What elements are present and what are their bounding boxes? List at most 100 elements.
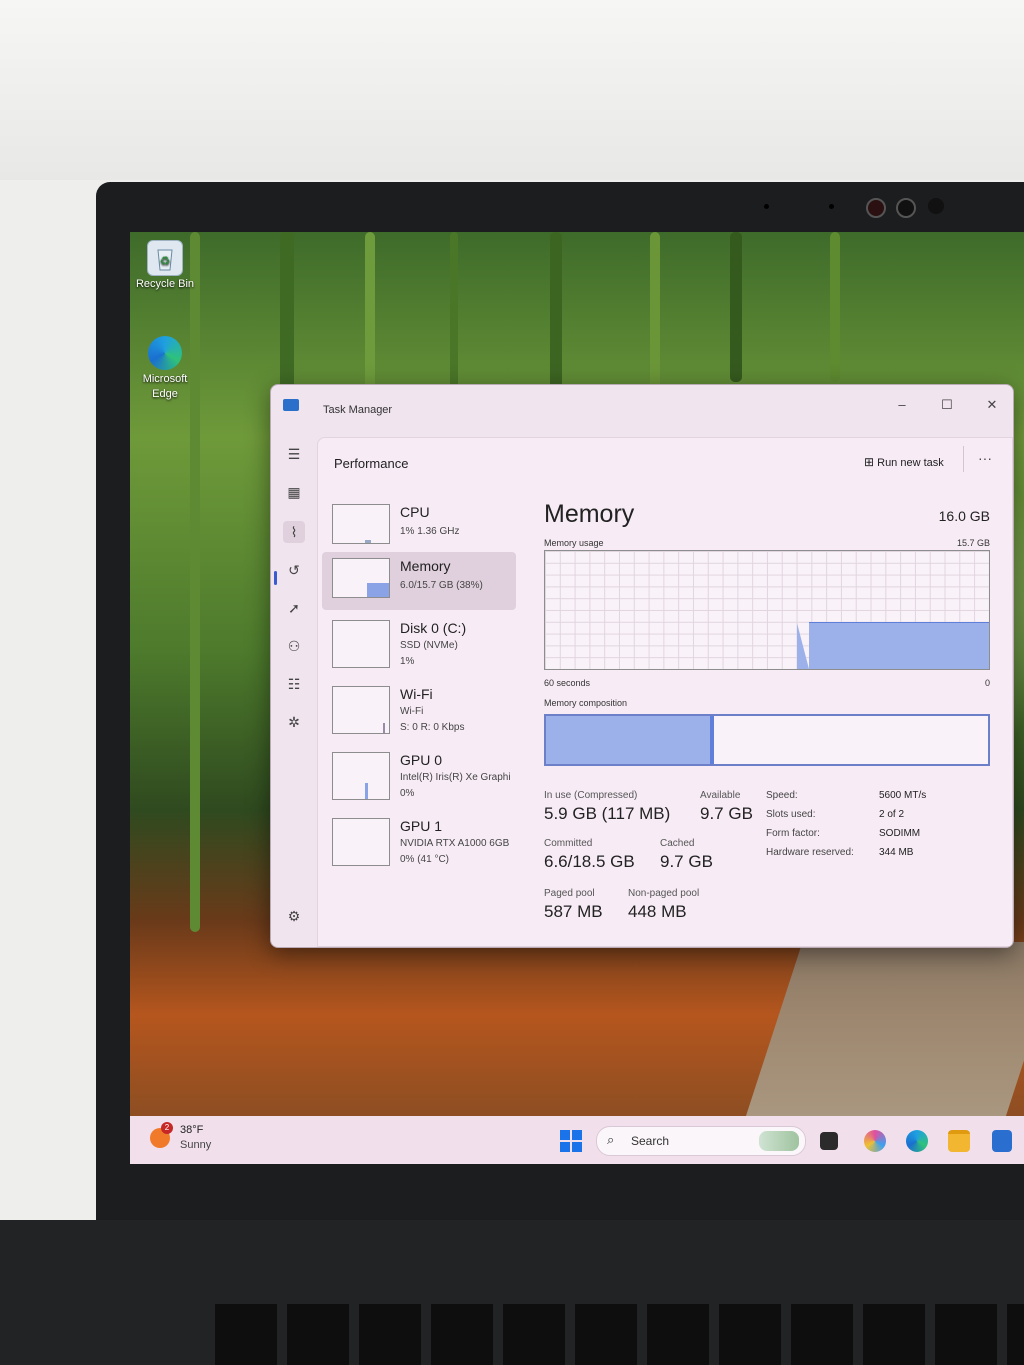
maximize-button[interactable]: ☐ [932, 393, 962, 417]
wallpaper-stalk [650, 232, 660, 392]
run-task-icon: ⊞ [864, 455, 875, 469]
sidebar-item-name: Disk 0 (C:) [400, 620, 467, 636]
taskbar-search-box[interactable]: ⌕ Search [596, 1126, 806, 1156]
memory-total: 16.0 GB [938, 508, 990, 524]
memory-composition-label: Memory composition [544, 698, 628, 708]
background-wall [0, 0, 1024, 180]
wallpaper-stalk [830, 232, 840, 382]
sidebar-item-detail: Wi-Fi [400, 706, 424, 717]
processes-icon[interactable]: ▦ [283, 481, 305, 503]
available-value: 9.7 GB [700, 804, 753, 823]
services-icon[interactable]: ✲ [283, 711, 305, 733]
cached-value: 9.7 GB [660, 852, 713, 871]
run-new-task-button[interactable]: ⊞ Run new task [858, 451, 950, 473]
file-explorer-icon[interactable] [948, 1130, 970, 1152]
title-bar[interactable]: Task Manager – ☐ ✕ [271, 385, 1013, 429]
wifi-thumbnail-graph [332, 686, 390, 734]
window-title: Task Manager [323, 404, 393, 416]
sidebar-item-detail: 1% [400, 656, 415, 667]
memory-usage-graph [544, 550, 990, 670]
sidebar-item-name: CPU [400, 504, 430, 520]
minimize-button[interactable]: – [887, 393, 917, 417]
search-placeholder: Search [631, 1134, 670, 1148]
sidebar-item-detail: 6.0/15.7 GB (38%) [400, 580, 483, 591]
ir-camera-icon [866, 198, 886, 218]
nonpaged-pool-value: 448 MB [628, 902, 687, 921]
wallpaper-stalk [730, 232, 742, 382]
taskbar: 2 38°F Sunny ⌕ Search [130, 1116, 1024, 1164]
users-icon[interactable]: ⚇ [283, 635, 305, 657]
hardware-reserved-label: Hardware reserved: [766, 847, 854, 858]
speed-value: 5600 MT/s [879, 790, 927, 801]
recycle-bin-icon: ♻ [147, 240, 183, 276]
sidebar-item-name: GPU 0 [400, 752, 443, 768]
desktop-screen: ♻ Recycle Bin Microsoft Edge Task Manage… [130, 232, 1024, 1164]
sidebar-item-name: Wi-Fi [400, 686, 433, 702]
settings-icon[interactable]: ⚙ [283, 905, 305, 927]
in-use-label: In use (Compressed) [544, 790, 638, 801]
store-icon[interactable] [992, 1130, 1012, 1152]
form-factor-value: SODIMM [879, 828, 921, 839]
nonpaged-pool-label: Non-paged pool [628, 888, 700, 899]
more-options-button[interactable]: ··· [978, 450, 992, 466]
sidebar-item-detail: Intel(R) Iris(R) Xe Graphi [400, 772, 511, 783]
divider [963, 446, 964, 472]
startup-apps-icon[interactable]: ➚ [283, 597, 305, 619]
nav-rail: ☰ ▦ ⌇ ↺ ➚ ⚇ ☷ ✲ ⚙ [271, 429, 317, 947]
speed-label: Speed: [766, 790, 798, 801]
windows-logo-icon [560, 1130, 582, 1152]
composition-in-use [546, 716, 712, 764]
task-manager-window: Task Manager – ☐ ✕ ☰ ▦ ⌇ ↺ ➚ ⚇ ☷ ✲ ⚙ Per… [270, 384, 1014, 948]
sidebar-item-detail: 1% 1.36 GHz [400, 526, 460, 537]
memory-heading: Memory [544, 500, 635, 528]
memory-thumbnail-graph [332, 558, 390, 598]
page-title: Performance [334, 456, 409, 471]
weather-description: Sunny [180, 1139, 212, 1151]
desktop-icon-label: Microsoft Edge [142, 373, 188, 400]
sidebar-item-wifi[interactable]: Wi-Fi Wi-Fi S: 0 R: 0 Kbps [322, 680, 516, 738]
sidebar-item-detail: S: 0 R: 0 Kbps [400, 722, 465, 733]
task-view-icon[interactable] [820, 1132, 838, 1150]
graph-time-label: 60 seconds [544, 678, 591, 688]
keyboard-keys [215, 1304, 1024, 1365]
sidebar-item-disk[interactable]: Disk 0 (C:) SSD (NVMe) 1% [322, 614, 516, 672]
weather-widget[interactable]: 2 38°F Sunny [130, 1116, 240, 1164]
committed-label: Committed [544, 838, 593, 849]
search-highlight-icon [759, 1131, 799, 1151]
hamburger-menu-icon[interactable]: ☰ [283, 443, 305, 465]
gpu0-thumbnail-graph [332, 752, 390, 800]
disk-thumbnail-graph [332, 620, 390, 668]
sidebar-item-detail: NVIDIA RTX A1000 6GB [400, 838, 510, 849]
search-icon: ⌕ [607, 1132, 615, 1147]
selected-indicator [274, 571, 277, 585]
details-icon[interactable]: ☷ [283, 673, 305, 695]
start-button[interactable] [560, 1130, 582, 1152]
svg-text:♻: ♻ [160, 254, 171, 268]
sidebar-item-detail: SSD (NVMe) [400, 640, 458, 651]
paged-pool-label: Paged pool [544, 888, 595, 899]
sidebar-item-gpu0[interactable]: GPU 0 Intel(R) Iris(R) Xe Graphi 0% [322, 746, 516, 804]
recycle-bin-desktop-icon[interactable]: ♻ Recycle Bin [130, 240, 200, 290]
cpu-thumbnail-graph [332, 504, 390, 544]
slots-used-value: 2 of 2 [879, 809, 905, 820]
sidebar-item-gpu1[interactable]: GPU 1 NVIDIA RTX A1000 6GB 0% (41 °C) [322, 812, 516, 870]
slots-used-label: Slots used: [766, 809, 816, 820]
memory-usage-label: Memory usage [544, 538, 604, 548]
app-history-icon[interactable]: ↺ [283, 559, 305, 581]
sidebar-item-detail: 0% (41 °C) [400, 854, 450, 865]
close-button[interactable]: ✕ [977, 393, 1007, 417]
sidebar-item-cpu[interactable]: CPU 1% 1.36 GHz [322, 498, 516, 556]
hardware-reserved-value: 344 MB [879, 847, 914, 858]
copilot-icon[interactable] [864, 1130, 886, 1152]
sidebar-item-detail: 0% [400, 788, 415, 799]
edge-taskbar-icon[interactable] [906, 1130, 928, 1152]
sidebar-item-memory[interactable]: Memory 6.0/15.7 GB (38%) [322, 552, 516, 610]
run-task-label: Run new task [877, 457, 944, 469]
graph-zero-label: 0 [984, 678, 990, 688]
sensor-dot [764, 204, 769, 209]
camera-icon [896, 198, 916, 218]
usage-graph-rise [797, 623, 809, 669]
edge-desktop-icon[interactable]: Microsoft Edge [130, 336, 200, 402]
performance-panel: Performance ⊞ Run new task ··· CPU 1% 1.… [317, 437, 1013, 947]
performance-icon[interactable]: ⌇ [283, 521, 305, 543]
